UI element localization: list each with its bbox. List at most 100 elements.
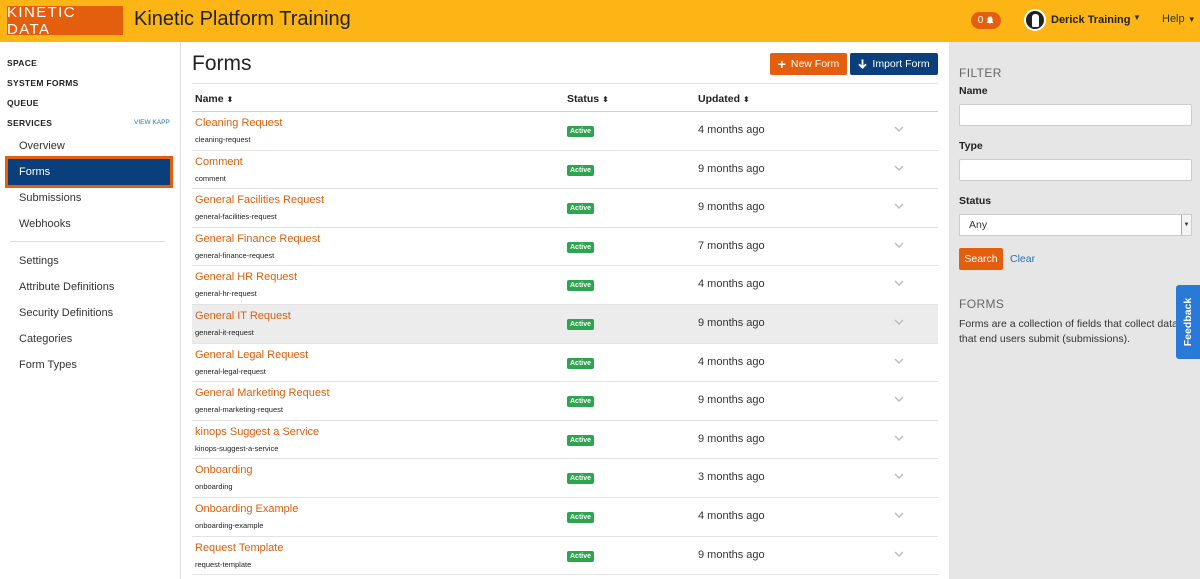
table-row[interactable]: General HR Request general-hr-request Acti… <box>192 266 938 305</box>
notification-count: 0 <box>977 15 984 26</box>
chevron-down-icon[interactable] <box>892 354 906 368</box>
plus-icon: + <box>777 56 786 72</box>
table-row[interactable]: General Marketing Request general-marketi… <box>192 382 938 421</box>
sort-icon: ⬍ <box>742 95 750 104</box>
updated-time: 9 months ago <box>698 162 765 175</box>
forms-info-description: Forms are a collection of fields that co… <box>959 317 1199 347</box>
chevron-down-icon[interactable] <box>892 508 906 522</box>
form-name-link[interactable]: General Marketing Request <box>195 387 330 399</box>
form-name-link[interactable]: Cleaning Request <box>195 117 282 129</box>
status-badge: Active <box>567 318 595 330</box>
form-slug: onboarding-example <box>195 520 264 530</box>
chevron-down-icon[interactable] <box>892 315 906 329</box>
column-header-updated[interactable]: Updated ⬍ <box>698 93 750 105</box>
updated-time: 4 months ago <box>698 509 765 522</box>
sidebar-item-security-definitions[interactable]: Security Definitions <box>19 307 113 319</box>
sidebar-divider <box>10 241 165 242</box>
sidebar-item-forms[interactable]: Forms <box>8 159 170 185</box>
chevron-down-icon[interactable] <box>892 238 906 252</box>
column-header-updated-label: Updated <box>698 93 740 105</box>
sidebar-item-attribute-definitions[interactable]: Attribute Definitions <box>19 281 114 293</box>
table-row[interactable]: General Legal Request general-legal-reque… <box>192 344 938 383</box>
import-form-label: Import Form <box>872 58 930 70</box>
notifications-button[interactable]: 0 <box>971 12 1001 29</box>
nav-space[interactable]: SPACE <box>7 58 37 68</box>
form-slug: general-marketing-request <box>195 405 283 415</box>
table-row[interactable]: Request Template request-template Active 9 … <box>192 537 938 576</box>
forms-table-body: Cleaning Request cleaning-request Active 4 … <box>192 112 938 576</box>
chevron-down-icon[interactable] <box>892 431 906 445</box>
chevron-down-icon[interactable] <box>892 199 906 213</box>
sidebar-item-form-types[interactable]: Form Types <box>19 359 77 371</box>
filter-type-label: Type <box>959 140 983 152</box>
form-name-link[interactable]: General IT Request <box>195 310 291 322</box>
forms-info-heading: FORMS <box>959 297 1005 311</box>
sidebar-item-webhooks[interactable]: Webhooks <box>19 218 71 230</box>
filter-title: FILTER <box>959 66 1002 80</box>
nav-system-forms[interactable]: SYSTEM FORMS <box>7 78 79 88</box>
table-row[interactable]: Comment comment Active 9 months ago <box>192 151 938 190</box>
filter-name-input[interactable] <box>959 104 1192 126</box>
sidebar-item-settings[interactable]: Settings <box>19 255 59 267</box>
filter-type-input[interactable] <box>959 159 1192 181</box>
kinetic-data-logo[interactable]: KINETIC DATA <box>7 4 123 38</box>
chevron-down-icon[interactable] <box>892 276 906 290</box>
form-name-link[interactable]: Request Template <box>195 542 283 554</box>
chevron-down-icon[interactable] <box>892 161 906 175</box>
chevron-down-icon[interactable] <box>892 469 906 483</box>
feedback-label: Feedback <box>1182 297 1195 347</box>
chevron-down-icon[interactable] <box>892 392 906 406</box>
status-badge: Active <box>567 203 595 215</box>
table-row[interactable]: General Facilities Request general-facili… <box>192 189 938 228</box>
form-name-link[interactable]: kinops Suggest a Service <box>195 426 319 438</box>
chevron-down-icon[interactable] <box>892 122 906 136</box>
table-row[interactable]: Onboarding Example onboarding-example Acti… <box>192 498 938 537</box>
user-menu-name[interactable]: Derick Training <box>1051 14 1130 26</box>
table-row[interactable]: General IT Request general-it-request Acti… <box>192 304 938 344</box>
feedback-tab[interactable]: Feedback <box>1176 285 1200 359</box>
form-slug: general-hr-request <box>195 289 257 299</box>
column-header-status[interactable]: Status ⬍ <box>567 93 609 105</box>
view-kapp-link[interactable]: VIEW KAPP <box>134 119 170 126</box>
form-slug: request-template <box>195 559 252 569</box>
nav-services[interactable]: SERVICES <box>7 118 52 128</box>
table-row[interactable]: Cleaning Request cleaning-request Active 4 … <box>192 112 938 151</box>
import-form-button[interactable]: Import Form <box>850 53 938 75</box>
sidebar-item-overview[interactable]: Overview <box>19 140 65 152</box>
form-name-link[interactable]: Onboarding Example <box>195 503 298 515</box>
column-header-name[interactable]: Name ⬍ <box>195 93 233 105</box>
table-row[interactable]: General Finance Request general-finance-r… <box>192 228 938 267</box>
status-badge: Active <box>567 396 595 408</box>
filter-status-value: Any <box>969 219 988 231</box>
app-title[interactable]: Kinetic Platform Training <box>134 8 351 31</box>
form-name-link[interactable]: General Finance Request <box>195 233 320 245</box>
form-name-link[interactable]: General HR Request <box>195 271 297 283</box>
sort-icon: ⬍ <box>226 95 234 104</box>
updated-time: 9 months ago <box>698 432 765 445</box>
help-menu[interactable]: Help ▼ <box>1162 13 1196 25</box>
form-name-link[interactable]: General Facilities Request <box>195 194 324 206</box>
form-slug: general-finance-request <box>195 250 275 260</box>
search-button[interactable]: Search <box>959 248 1003 270</box>
table-row[interactable]: kinops Suggest a Service kinops-suggest-a… <box>192 421 938 460</box>
form-slug: comment <box>195 173 226 183</box>
form-name-link[interactable]: Comment <box>195 156 243 168</box>
status-badge: Active <box>567 126 595 137</box>
caret-down-icon[interactable]: ▼ <box>1133 13 1141 22</box>
chevron-down-icon[interactable] <box>892 547 906 561</box>
form-name-link[interactable]: General Legal Request <box>195 349 308 361</box>
arrow-down-icon <box>858 59 868 69</box>
clear-link[interactable]: Clear <box>1010 253 1035 265</box>
nav-queue[interactable]: QUEUE <box>7 98 39 108</box>
updated-time: 9 months ago <box>698 548 765 561</box>
sidebar-item-submissions[interactable]: Submissions <box>19 192 81 204</box>
user-avatar[interactable] <box>1024 9 1046 31</box>
sidebar-item-categories[interactable]: Categories <box>19 333 72 345</box>
filter-status-select[interactable]: Any ▼ <box>959 214 1192 236</box>
filter-name-label: Name <box>959 85 988 97</box>
new-form-button[interactable]: + New Form <box>770 53 847 75</box>
updated-time: 4 months ago <box>698 355 765 368</box>
form-name-link[interactable]: Onboarding <box>195 464 253 476</box>
table-row[interactable]: Onboarding onboarding Active 3 months ago <box>192 459 938 498</box>
status-badge: Active <box>567 473 595 485</box>
